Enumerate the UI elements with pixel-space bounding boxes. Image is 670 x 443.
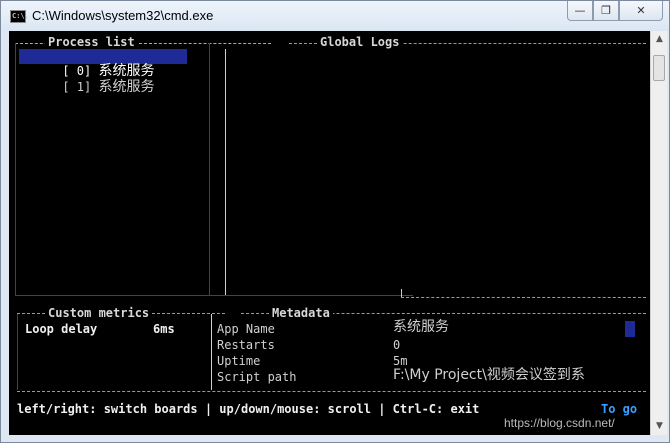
watermark: https://blog.csdn.net/: [504, 416, 615, 430]
restore-icon: ❐: [601, 4, 611, 17]
bottom-panel-border: [17, 391, 646, 392]
process-name: 系统服务: [98, 79, 155, 95]
maximize-button[interactable]: ❐: [593, 1, 619, 21]
window-title: C:\Windows\system32\cmd.exe: [32, 8, 214, 23]
metadata-value: 系统服务: [393, 319, 449, 335]
custom-metrics-left-border: [17, 314, 18, 390]
process-row-0[interactable]: [ 0] 系统服务: [19, 49, 187, 79]
process-list-bottom-border: [15, 295, 413, 296]
metadata-key: Restarts: [217, 338, 275, 352]
window-controls: — ❐ ✕: [567, 1, 663, 21]
to-go-link[interactable]: To go: [601, 402, 637, 417]
metadata-key: Script path: [217, 370, 297, 384]
process-row-1[interactable]: [ 1] 系统服务: [19, 65, 187, 95]
close-button[interactable]: ✕: [619, 1, 663, 21]
metric-value: 6ms: [153, 322, 175, 336]
process-index: [ 1]: [62, 80, 92, 94]
script-path-value: F:\My Project\视频会议签到系: [393, 367, 585, 383]
text-cursor: [625, 321, 635, 337]
global-logs-bottom-border: [401, 297, 646, 298]
scroll-down-icon[interactable]: ▼: [651, 418, 668, 435]
custom-metrics-title: Custom metrics: [45, 306, 153, 320]
scroll-up-icon[interactable]: ▲: [651, 31, 668, 48]
metadata-key: Uptime: [217, 354, 261, 368]
console-area[interactable]: Process list [ 0] 系统服务 [ 1] 系统服务 Global …: [9, 31, 650, 435]
global-logs-left-border: [225, 49, 226, 295]
scroll-thumb[interactable]: [653, 55, 665, 81]
process-list-right-border: [209, 43, 210, 295]
help-bar: left/right: switch boards | up/down/mous…: [17, 402, 480, 416]
minimize-icon: —: [574, 4, 586, 17]
cmd-app-icon: C:\.: [10, 10, 29, 23]
global-logs-title: Global Logs: [317, 35, 403, 49]
console-window: C:\. C:\Windows\system32\cmd.exe — ❐ ✕ P…: [0, 0, 670, 443]
metadata-left-border: [211, 314, 212, 390]
metric-label: Loop delay: [25, 322, 98, 336]
title-bar[interactable]: C:\. C:\Windows\system32\cmd.exe — ❐ ✕: [1, 1, 669, 31]
process-list-left-border: [15, 43, 16, 295]
metadata-value: 0: [393, 338, 401, 352]
close-icon: ✕: [636, 4, 646, 17]
metadata-title: Metadata: [269, 306, 333, 320]
metadata-key: App Name: [217, 322, 275, 336]
process-list-title: Process list: [45, 35, 138, 49]
minimize-button[interactable]: —: [567, 1, 593, 21]
global-logs-corner: [401, 289, 402, 297]
metadata-value: F:\My Project\视频会议签到系: [393, 368, 585, 383]
vertical-scrollbar[interactable]: ▲ ▼: [650, 31, 667, 435]
